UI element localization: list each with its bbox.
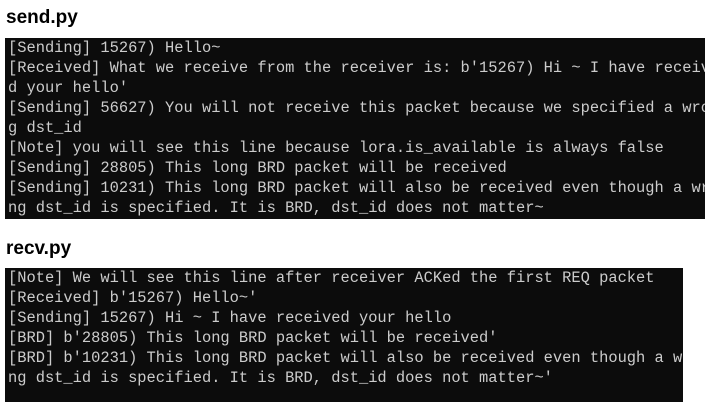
send-terminal-output: [Sending] 15267) Hello~ [Received] What … bbox=[5, 38, 705, 219]
recv-terminal-output: [Note] We will see this line after recei… bbox=[5, 268, 683, 402]
terminal-line: [Note] you will see this line because lo… bbox=[8, 139, 664, 157]
terminal-line: [Received] b'15267) Hello~' bbox=[8, 289, 258, 307]
send-section-title: send.py bbox=[6, 7, 78, 28]
terminal-line: ng dst_id is specified. It is BRD, dst_i… bbox=[8, 369, 553, 387]
terminal-line: d your hello' bbox=[8, 79, 129, 97]
terminal-line: [Received] What we receive from the rece… bbox=[8, 59, 705, 77]
terminal-line: [Sending] 56627) You will not receive th… bbox=[8, 99, 705, 117]
terminal-line: [BRD] b'28805) This long BRD packet will… bbox=[8, 329, 498, 347]
terminal-line: [Sending] 15267) Hi ~ I have received yo… bbox=[8, 309, 452, 327]
terminal-line: [Sending] 15267) Hello~ bbox=[8, 39, 221, 57]
recv-section-title: recv.py bbox=[6, 238, 72, 259]
terminal-line: ng dst_id is specified. It is BRD, dst_i… bbox=[8, 199, 544, 217]
terminal-line: [BRD] b'10231) This long BRD packet will… bbox=[8, 349, 683, 367]
terminal-line: [Note] We will see this line after recei… bbox=[8, 269, 655, 287]
terminal-line: [Sending] 10231) This long BRD packet wi… bbox=[8, 179, 705, 197]
terminal-line: g dst_id bbox=[8, 119, 82, 137]
terminal-line: [Sending] 28805) This long BRD packet wi… bbox=[8, 159, 507, 177]
